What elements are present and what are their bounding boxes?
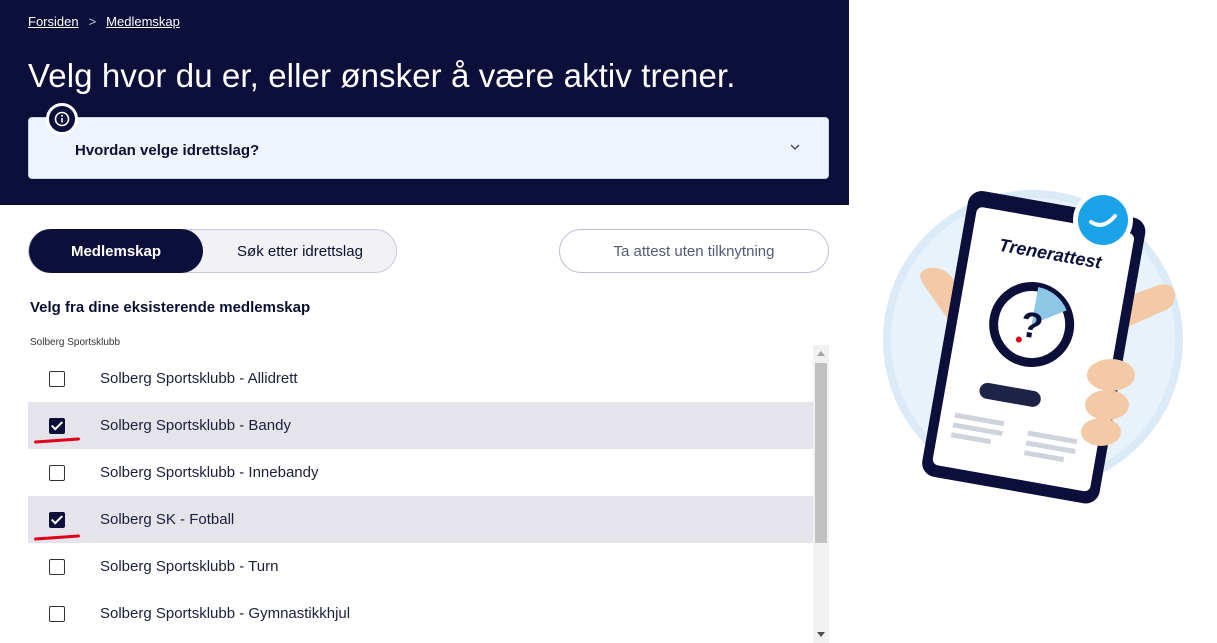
tab-membership[interactable]: Medlemskap [29,229,203,273]
scroll-down-arrow-icon[interactable] [817,632,825,637]
breadcrumb-separator: > [88,14,97,29]
scroll-thumb[interactable] [815,363,827,543]
page-title: Velg hvor du er, eller ønsker å være akt… [28,57,736,94]
list-scrollbar[interactable] [813,345,829,643]
info-question: Hvordan velge idrettslag? [75,142,260,159]
membership-toggle: Medlemskap Søk etter idrettslag [28,229,397,273]
list-item-label: Solberg Sportsklubb - Allidrett [100,370,298,387]
checkbox[interactable] [49,370,65,387]
chevron-down-icon [790,144,800,150]
membership-list: Solberg Sportsklubb - Allidrett Solberg … [28,355,813,643]
list-item-label: Solberg Sportsklubb - Bandy [100,417,291,434]
list-item-label: Solberg Sportsklubb - Gymnastikkhjul [100,605,351,622]
list-item-label: Solberg Sportsklubb - Turn [100,558,279,575]
scroll-up-arrow-icon[interactable] [817,351,825,356]
trenerattest-illustration: Trenerattest ? [883,190,1183,504]
checkbox[interactable] [49,464,65,481]
checkbox[interactable] [49,605,65,622]
breadcrumb-home-link[interactable]: Forsiden [28,14,79,29]
list-item[interactable]: Solberg Sportsklubb - Innebandy [28,449,813,496]
list-item[interactable]: Solberg Sportsklubb - Bandy [28,402,813,449]
annotation-underline [33,437,81,444]
tab-search-club[interactable]: Søk etter idrettslag [203,230,397,272]
breadcrumb: Forsiden > Medlemskap [28,14,180,29]
hero-right-blank [849,0,1217,205]
list-item[interactable]: Solberg Sportsklubb - Gymnastikkhjul [28,590,813,637]
checkbox-checked[interactable] [49,511,65,528]
checkbox-checked[interactable] [49,417,65,434]
list-item[interactable]: Solberg Sportsklubb - Turn [28,543,813,590]
info-accordion[interactable]: Hvordan velge idrettslag? [28,117,829,179]
list-item[interactable]: Solberg Sportsklubb - Allidrett [28,355,813,402]
list-item-label: Solberg Sportsklubb - Innebandy [100,464,319,481]
annotation-underline [33,534,81,541]
attest-without-affiliation-button[interactable]: Ta attest uten tilknytning [559,229,829,273]
info-icon [46,103,78,135]
breadcrumb-current-link[interactable]: Medlemskap [106,14,180,29]
list-item-label: Solberg SK - Fotball [100,511,235,528]
section-heading: Velg fra dine eksisterende medlemskap [30,299,311,316]
checkbox[interactable] [49,558,65,575]
list-item[interactable]: Solberg SK - Fotball [28,496,813,543]
club-group-label: Solberg Sportsklubb [30,337,121,348]
